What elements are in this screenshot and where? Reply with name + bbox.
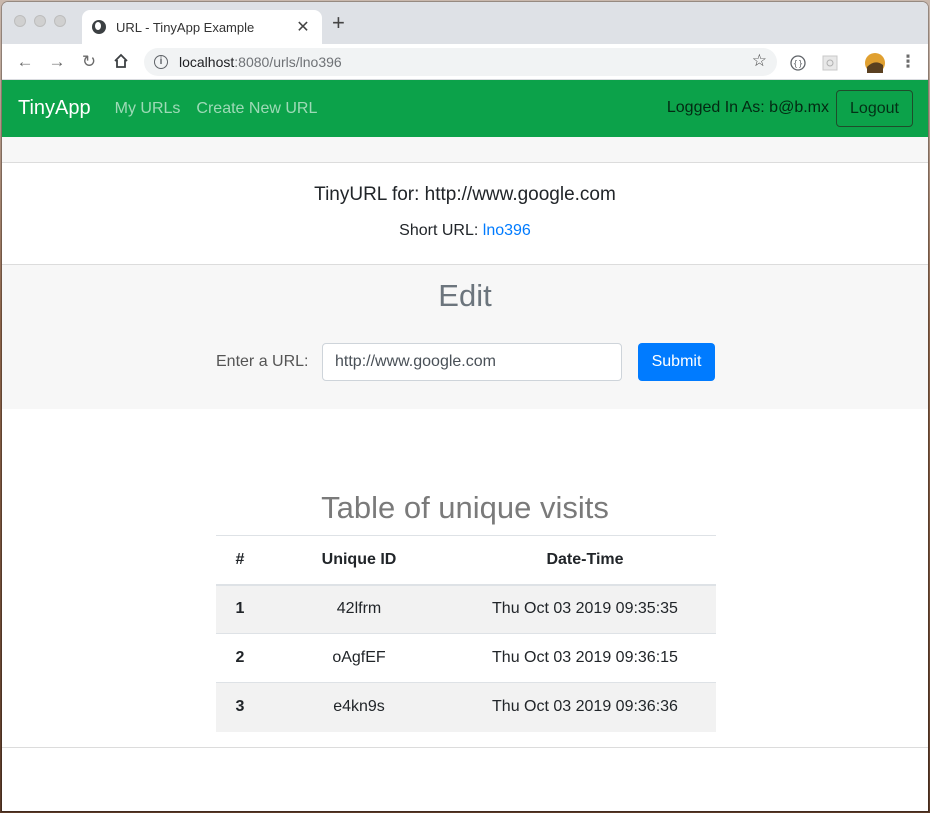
new-tab-button[interactable]: + xyxy=(332,12,345,34)
table-row: 3 e4kn9s Thu Oct 03 2019 09:36:36 xyxy=(216,682,716,732)
row-number: 1 xyxy=(216,584,264,634)
tab-strip: URL - TinyApp Example ✕ + xyxy=(2,2,928,44)
edit-section: Edit Enter a URL: Submit xyxy=(2,264,928,409)
browser-tab[interactable]: URL - TinyApp Example ✕ xyxy=(82,10,322,44)
row-number: 3 xyxy=(216,682,264,732)
table-row: 2 oAgfEF Thu Oct 03 2019 09:36:15 xyxy=(216,633,716,683)
date-time-cell: Thu Oct 03 2019 09:36:36 xyxy=(454,682,716,732)
globe-icon xyxy=(92,20,106,34)
home-icon[interactable] xyxy=(111,52,131,72)
nav-my-urls[interactable]: My URLs xyxy=(115,100,181,118)
page-content: TinyApp My URLs Create New URL Logged In… xyxy=(2,80,928,811)
minimize-window-button[interactable] xyxy=(34,15,46,27)
date-time-cell: Thu Oct 03 2019 09:35:35 xyxy=(454,584,716,634)
url-input-label: Enter a URL: xyxy=(216,353,309,370)
top-navbar: TinyApp My URLs Create New URL Logged In… xyxy=(2,80,928,137)
profile-avatar[interactable] xyxy=(865,53,885,73)
logged-in-text: Logged In As: b@b.mx xyxy=(666,99,829,116)
reload-icon[interactable]: ↻ xyxy=(79,52,99,72)
visits-heading: Table of unique visits xyxy=(321,490,609,525)
address-bar[interactable]: i localhost:8080/urls/lno396 ☆ xyxy=(144,48,777,76)
tab-title: URL - TinyApp Example xyxy=(116,19,255,35)
extension-icon[interactable] xyxy=(822,55,838,71)
long-url-input[interactable] xyxy=(322,343,622,381)
visits-table: # Unique ID Date-Time 1 42lfrm Thu Oct 0… xyxy=(216,535,716,732)
table-row: 1 42lfrm Thu Oct 03 2019 09:35:35 xyxy=(216,584,716,634)
unique-id-cell: 42lfrm xyxy=(264,584,454,634)
url-host: localhost xyxy=(179,54,235,70)
column-header: Date-Time xyxy=(454,535,716,586)
url-path: :8080/urls/lno396 xyxy=(234,54,342,70)
nav-create-new-url[interactable]: Create New URL xyxy=(196,100,317,118)
short-url-link[interactable]: lno396 xyxy=(483,222,531,239)
forward-icon[interactable]: → xyxy=(47,52,67,72)
browser-window: URL - TinyApp Example ✕ + ← → ↻ i localh… xyxy=(2,2,928,811)
short-url-label: Short URL: xyxy=(399,222,483,239)
brand-link[interactable]: TinyApp xyxy=(18,97,91,120)
row-number: 2 xyxy=(216,633,264,683)
date-time-cell: Thu Oct 03 2019 09:36:15 xyxy=(454,633,716,683)
submit-button[interactable]: Submit xyxy=(638,343,715,381)
column-header: Unique ID xyxy=(264,535,454,586)
unique-id-cell: oAgfEF xyxy=(264,633,454,683)
header-divider xyxy=(2,137,928,163)
back-icon[interactable]: ← xyxy=(15,52,35,72)
close-window-button[interactable] xyxy=(14,15,26,27)
extension-icon[interactable]: {} xyxy=(790,55,806,71)
short-url-line: Short URL: lno396 xyxy=(2,222,928,240)
tab-close-icon[interactable]: ✕ xyxy=(294,17,312,37)
unique-id-cell: e4kn9s xyxy=(264,682,454,732)
table-header-row: # Unique ID Date-Time xyxy=(216,535,716,586)
star-icon[interactable]: ☆ xyxy=(752,51,767,71)
column-header: # xyxy=(216,535,264,586)
zoom-window-button[interactable] xyxy=(54,15,66,27)
svg-text:{}: {} xyxy=(793,59,803,68)
logout-button[interactable]: Logout xyxy=(836,90,913,127)
footer-divider xyxy=(2,747,928,748)
tinyurl-title: TinyURL for: http://www.google.com xyxy=(314,184,616,205)
browser-toolbar: ← → ↻ i localhost:8080/urls/lno396 ☆ {} … xyxy=(2,44,928,80)
edit-heading: Edit xyxy=(438,278,492,313)
info-icon[interactable]: i xyxy=(154,55,168,69)
menu-icon[interactable]: ⋮ xyxy=(898,52,918,72)
